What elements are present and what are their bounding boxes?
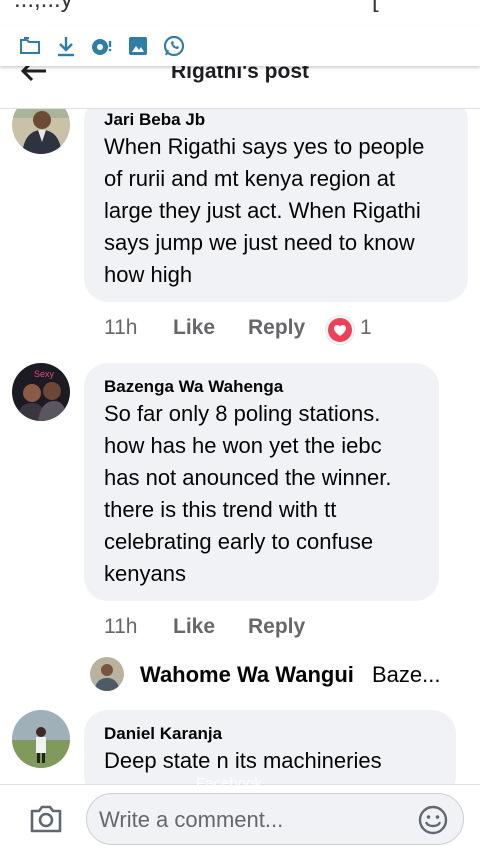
sd-card-icon [20,37,40,54]
like-button[interactable]: Like [173,316,215,340]
comment-text: Deep state n its machineries [104,748,382,773]
svg-text:Sexy: Sexy [34,369,55,379]
reaction-count[interactable]: 1 [360,316,372,340]
comment-author[interactable]: Daniel Karanja [104,724,222,744]
comment-time: 11h [104,615,138,638]
whatsapp-icon [163,35,185,57]
overlay-watermark: Facebook [196,775,262,792]
notification-bar [0,26,480,66]
image-icon [129,37,147,55]
emoji-icon[interactable] [417,804,449,836]
comment-text: So far only 8 poling stations. how has h… [104,401,392,586]
data-saver-icon [92,39,112,55]
download-icon [58,37,74,57]
status-bar-right: [ [372,0,379,14]
reply-button[interactable]: Reply [248,615,305,639]
comment-author[interactable]: Bazenga Wa Wahenga [104,377,283,397]
comment-input-placeholder: Write a comment... [99,807,284,832]
camera-icon[interactable] [28,803,64,835]
love-reaction-icon[interactable] [326,316,354,344]
reply-button[interactable]: Reply [248,316,305,340]
reply-snippet[interactable]: Baze... [372,662,440,688]
post-header: Rigathi's post [0,60,480,109]
avatar[interactable]: Sexy [12,363,70,421]
status-bar: ...,...y [ [0,0,480,26]
status-bar-text: ...,...y [14,0,73,14]
comment-time: 11h [104,316,138,339]
comment-text: When Rigathi says yes to people of rurii… [104,134,425,287]
comment-author[interactable]: Jari Beba Jb [104,110,205,130]
like-button[interactable]: Like [173,615,215,639]
comment-input[interactable]: Write a comment... [86,793,464,845]
comment-composer: Write a comment... [0,784,480,855]
avatar[interactable] [12,710,70,768]
avatar[interactable] [90,657,124,691]
reply-author[interactable]: Wahome Wa Wangui [140,662,354,688]
